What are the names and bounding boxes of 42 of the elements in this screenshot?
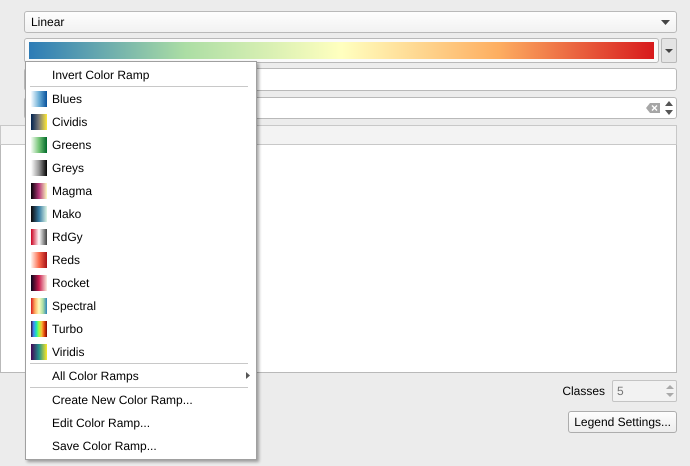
dropdown-value: Linear xyxy=(31,15,64,29)
ramp-dropdown-button[interactable] xyxy=(661,38,677,63)
ramp-swatch-icon xyxy=(31,252,47,268)
ramp-swatch-icon xyxy=(31,229,47,245)
color-ramp-item[interactable]: Greens xyxy=(26,133,256,156)
interpolation-dropdown[interactable]: Linear xyxy=(24,11,677,33)
spin-arrows-icon xyxy=(664,382,676,400)
color-ramp-item[interactable]: Mako xyxy=(26,202,256,225)
ramp-swatch-icon xyxy=(31,160,47,176)
color-ramp-item[interactable]: Cividis xyxy=(26,110,256,133)
classes-label: Classes xyxy=(562,384,605,398)
submenu-arrow-icon xyxy=(246,372,250,379)
ramp-swatch-icon xyxy=(31,183,47,199)
color-ramp-button[interactable] xyxy=(24,38,659,63)
ramp-swatch-icon xyxy=(31,114,47,130)
menu-item[interactable]: Save Color Ramp... xyxy=(26,434,256,457)
ramp-swatch-icon xyxy=(31,206,47,222)
color-ramp-item[interactable]: Reds xyxy=(26,248,256,271)
color-ramp-item[interactable]: Blues xyxy=(26,87,256,110)
menu-item[interactable]: Invert Color Ramp xyxy=(26,63,256,86)
ramp-swatch-icon xyxy=(31,275,47,291)
menu-item[interactable]: Edit Color Ramp... xyxy=(26,411,256,434)
submenu-item[interactable]: All Color Ramps xyxy=(26,364,256,387)
ramp-swatch-icon xyxy=(31,137,47,153)
ramp-swatch-icon xyxy=(31,91,47,107)
color-ramp-item[interactable]: Greys xyxy=(26,156,256,179)
color-ramp-item[interactable]: Viridis xyxy=(26,340,256,363)
ramp-swatch-icon xyxy=(31,298,47,314)
color-ramp-item[interactable]: Spectral xyxy=(26,294,256,317)
spin-arrows-icon[interactable] xyxy=(664,99,674,117)
color-ramp-item[interactable]: Magma xyxy=(26,179,256,202)
color-ramp-item[interactable]: Rocket xyxy=(26,271,256,294)
caret-icon xyxy=(665,48,673,52)
spinbox-value: 5 xyxy=(617,384,624,398)
menu-item[interactable]: Create New Color Ramp... xyxy=(26,388,256,411)
ramp-swatch-icon xyxy=(31,344,47,360)
clear-icon xyxy=(646,103,660,113)
caret-icon xyxy=(661,20,670,24)
color-ramp-item[interactable]: Turbo xyxy=(26,317,256,340)
ramp-swatch-icon xyxy=(31,321,47,337)
legend-settings-button[interactable]: Legend Settings... xyxy=(568,411,677,433)
color-ramp-item[interactable]: RdGy xyxy=(26,225,256,248)
